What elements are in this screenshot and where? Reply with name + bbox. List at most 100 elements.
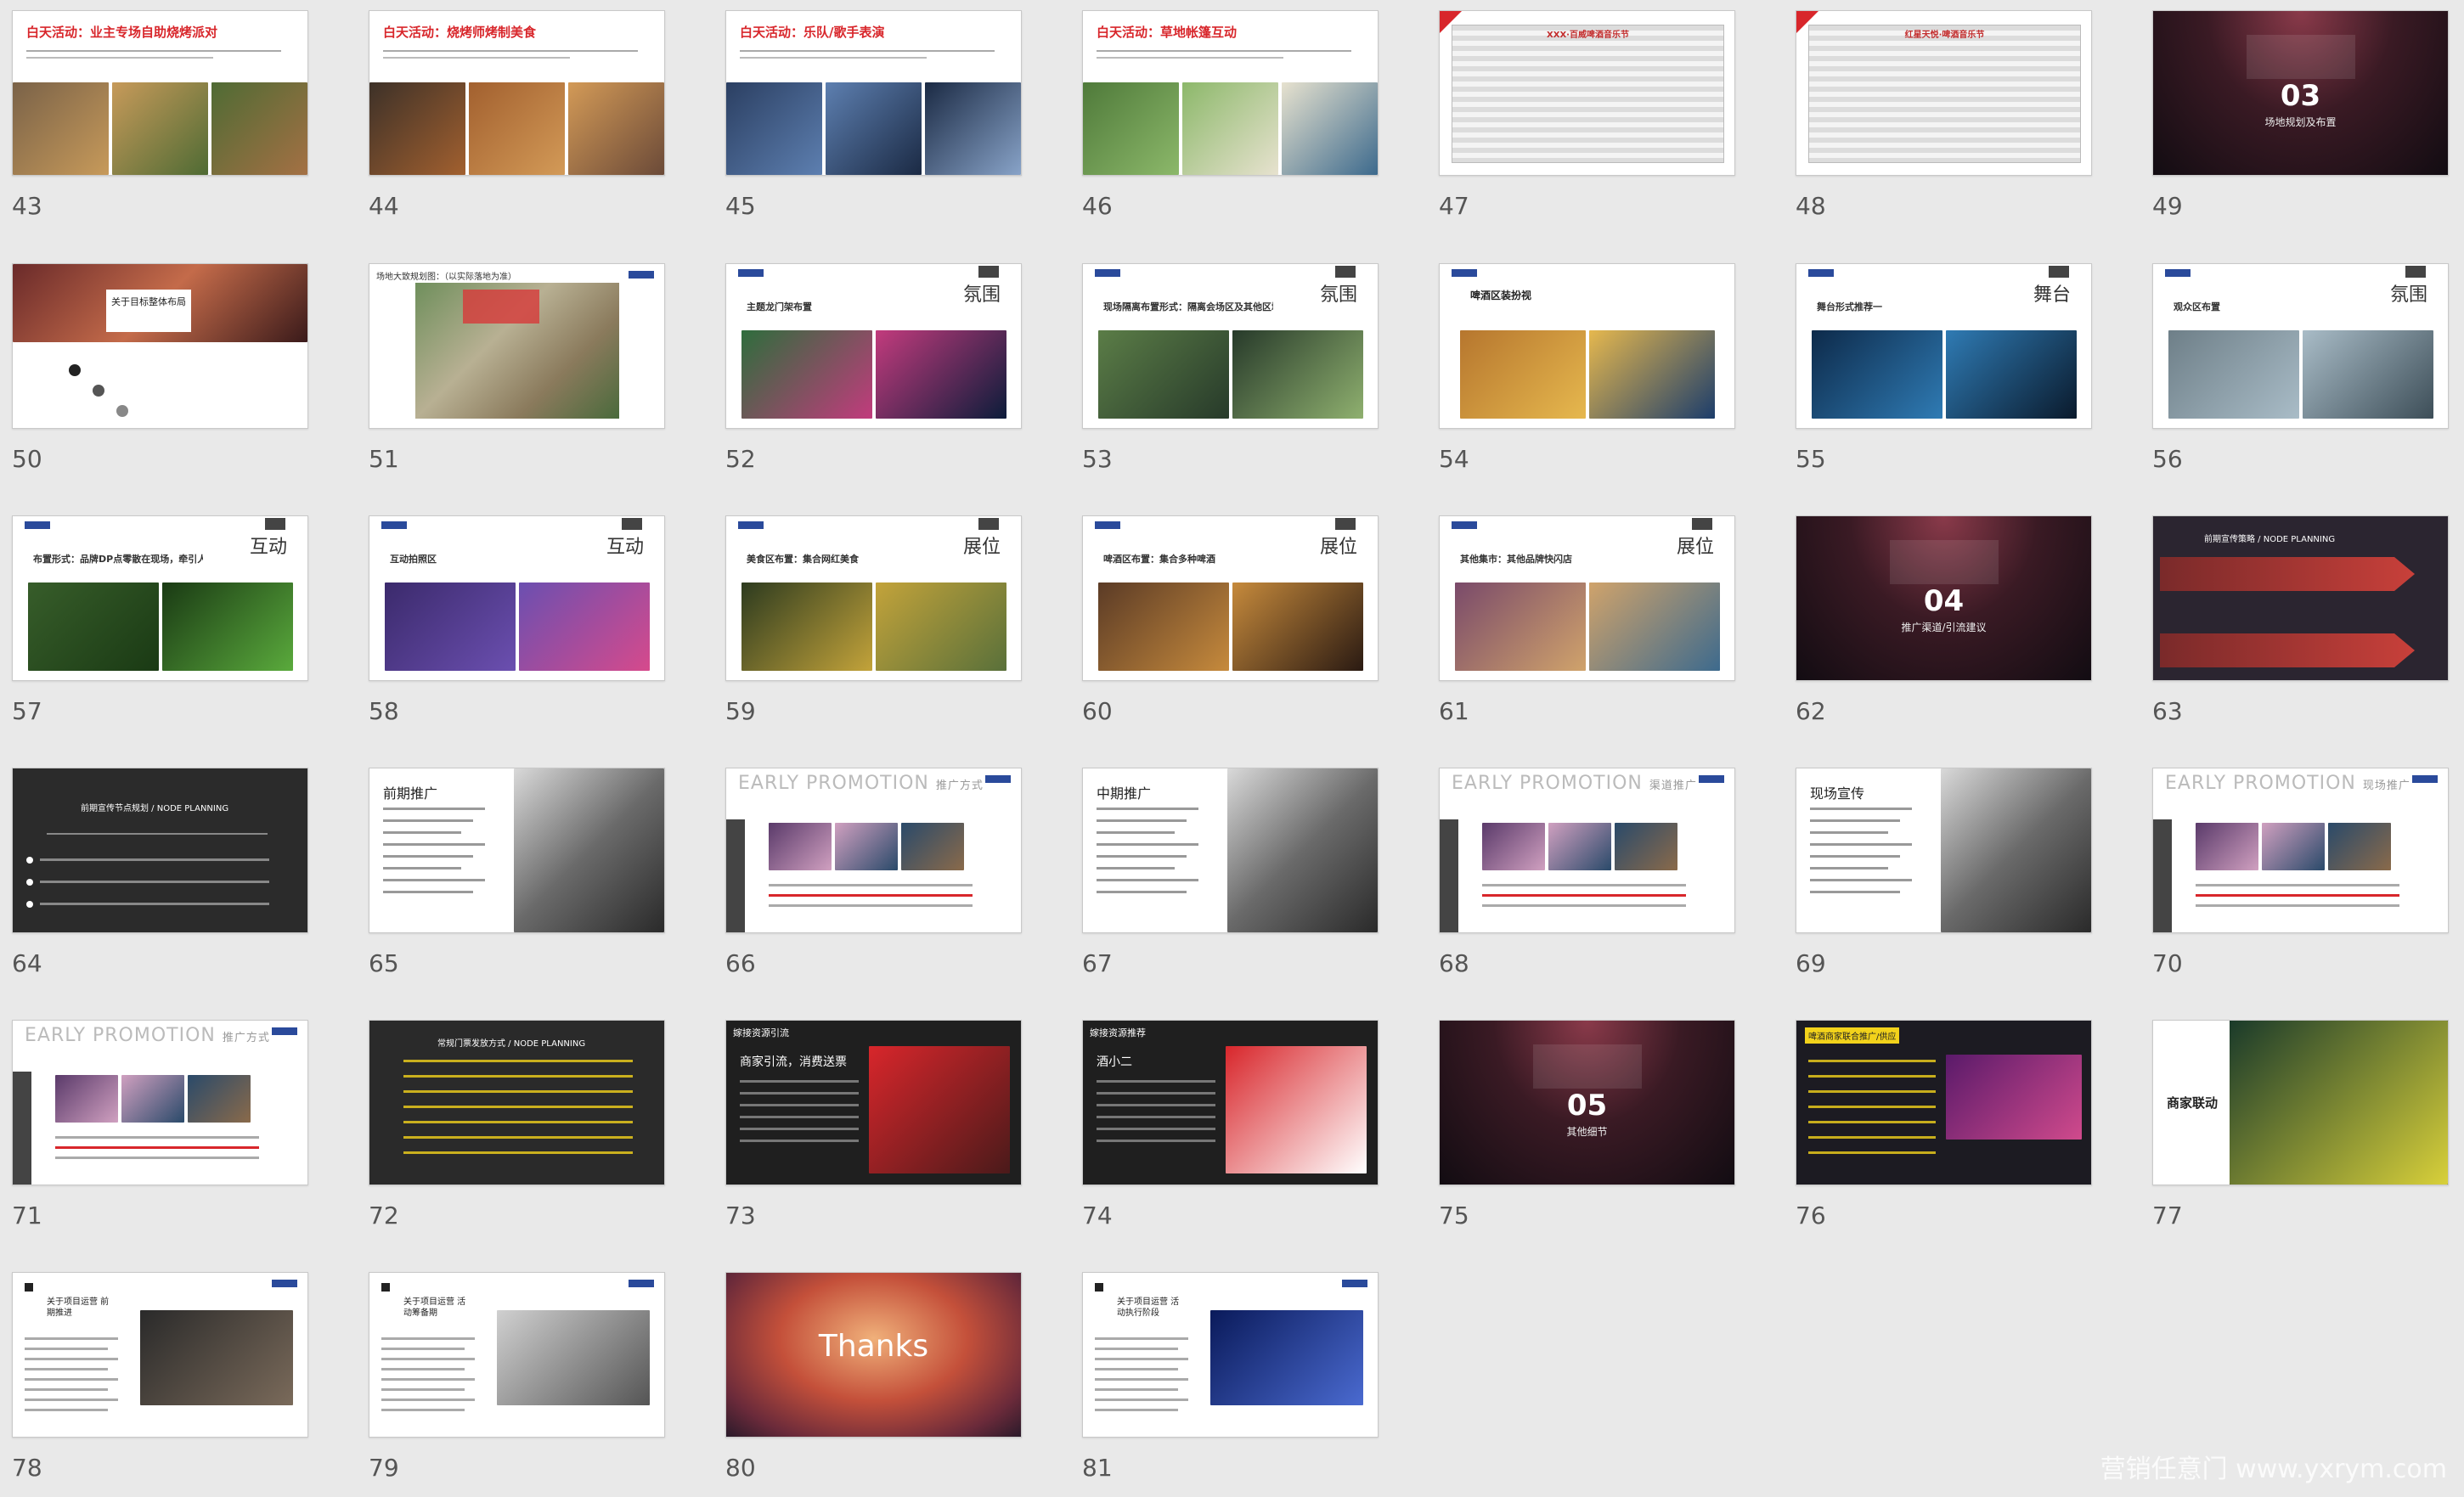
slide-subtitle: 现场隔离布置形式：隔离会场区及其他区域 [1103, 301, 1273, 312]
slide-thumbnail[interactable]: 氛围 观众区布置 [2152, 263, 2449, 429]
slide-title: 白天活动：业主专场自助烧烤派对 [26, 25, 218, 40]
slide-thumbnail[interactable]: 白天活动：业主专场自助烧烤派对 [12, 10, 308, 176]
slide-thumbnail[interactable]: 前期宣传节点规划 / NODE PLANNING [12, 768, 308, 933]
slide-thumbnail[interactable]: 前期宣传策略 / NODE PLANNING [2152, 515, 2449, 681]
logo-icon [629, 271, 654, 279]
slide-photo [2328, 823, 2391, 870]
slide-thumbnail[interactable]: 啤酒商家联合推广/供应 [1796, 1020, 2092, 1185]
text-line [1097, 1092, 1215, 1095]
slide-thumbnail[interactable]: 氛围 主题龙门架布置 [725, 263, 1022, 429]
tablet-photo [1941, 768, 2091, 932]
slide-number: 44 [369, 192, 399, 220]
slide-photo [1615, 823, 1677, 870]
slide-thumbnail[interactable]: 氛围 现场隔离布置形式：隔离会场区及其他区域 [1082, 263, 1379, 429]
slide-thumbnail[interactable]: 展位 其他集市：其他品牌快闪店 [1439, 515, 1735, 681]
slide-thumbnail[interactable]: 04 推广渠道/引流建议 [1796, 515, 2092, 681]
slide-thumbnail[interactable]: EARLY PROMOTION 渠道推广 [1439, 768, 1735, 933]
slide-number: 46 [1082, 192, 1113, 220]
slide-thumbnail[interactable]: 啤酒区装扮视 [1439, 263, 1735, 429]
slide-thumbnail[interactable]: 红星天悦·啤酒音乐节 [1796, 10, 2092, 176]
accent-square [381, 1283, 390, 1292]
slide-photo [568, 82, 664, 175]
slide-thumbnail[interactable]: 场地大致规划图：（以实际落地为准） [369, 263, 665, 429]
slide-title: 常规门票发放方式 / NODE PLANNING [437, 1039, 586, 1049]
arrow-band [2160, 557, 2415, 591]
slide-thumbnail[interactable]: EARLY PROMOTION 现场推广 [2152, 768, 2449, 933]
slide-thumbnail[interactable]: 现场宣传 [1796, 768, 2092, 933]
slide-title: 前期宣传策略 / NODE PLANNING [2204, 535, 2336, 544]
slide-thumbnail[interactable]: 白天活动：草地帐篷互动 [1082, 10, 1379, 176]
slide-thumbnail[interactable]: Thanks [725, 1272, 1022, 1438]
text-line [25, 1368, 108, 1370]
text-line [1095, 1378, 1188, 1381]
slide-number: 65 [369, 949, 399, 977]
slide-number: 49 [2152, 192, 2183, 220]
slide-thumbnail[interactable]: 关于项目运营 活动筹备期 [369, 1272, 665, 1438]
slide-thumbnail[interactable]: 关于项目运营 活动执行阶段 [1082, 1272, 1379, 1438]
slide-title: 场地大致规划图：（以实际落地为准） [376, 273, 516, 282]
slide-thumbnail[interactable]: 常规门票发放方式 / NODE PLANNING [369, 1020, 665, 1185]
slide-thumbnail[interactable]: 关于项目运营 前期推进 [12, 1272, 308, 1438]
text-line [1095, 1388, 1178, 1391]
slide-thumbnail[interactable]: 嫁接资源引流 商家引流，消费送票 [725, 1020, 1022, 1185]
slide-number: 53 [1082, 445, 1113, 473]
logo-icon [1808, 269, 1834, 277]
text-line [740, 57, 927, 59]
text-line [1097, 1080, 1215, 1083]
text-line [55, 1157, 259, 1159]
text-line [1810, 831, 1888, 834]
text-line [383, 50, 638, 52]
slide-thumbnail[interactable]: 关于目标整体布局 [12, 263, 308, 429]
slide-number: 77 [2152, 1202, 2183, 1230]
slide-number: 74 [1082, 1202, 1113, 1230]
slide-thumbnail[interactable]: 展位 美食区布置：集合网红美食 [725, 515, 1022, 681]
slide-thumbnail[interactable]: 商家联动 [2152, 1020, 2449, 1185]
tablet-photo [1227, 768, 1378, 932]
slide-photo [876, 582, 1006, 671]
text-line [403, 1075, 633, 1078]
text-line [1097, 50, 1351, 52]
slide-subtitle: 美食区布置：集合网红美食 [747, 554, 859, 565]
text-line [383, 879, 485, 881]
slide-heading: 啤酒区装扮视 [1470, 290, 1532, 301]
slide-photo [55, 1075, 118, 1123]
slide-number: 51 [369, 445, 399, 473]
slide-photo [835, 823, 898, 870]
slide-title: 商家引流，消费送票 [740, 1055, 847, 1069]
slide-thumbnail[interactable]: 白天活动：乐队/歌手表演 [725, 10, 1022, 176]
slide-thumbnail[interactable]: 中期推广 [1082, 768, 1379, 933]
accent-square [978, 518, 999, 530]
text-line [1095, 1399, 1188, 1401]
text-line [403, 1060, 633, 1062]
slide-subtitle: 观众区布置 [2174, 301, 2220, 312]
slide-thumbnail[interactable]: 嫁接资源推荐 酒小二 [1082, 1020, 1379, 1185]
slide-thumbnail[interactable]: 互动布置形式：品牌DP点零散在现场，牵引人流。 [12, 515, 308, 681]
accent-square [1335, 518, 1356, 530]
slide-thumbnail[interactable]: 前期推广 [369, 768, 665, 933]
side-bar [13, 1072, 31, 1185]
slide-thumbnail[interactable]: 展位 啤酒区布置：集合多种啤酒 [1082, 515, 1379, 681]
text-line [381, 1358, 475, 1360]
slide-thumbnail[interactable]: 05 其他细节 [1439, 1020, 1735, 1185]
text-line [1095, 1409, 1178, 1411]
logo-icon [2165, 269, 2191, 277]
slide-thumbnail[interactable]: 互动 互动拍照区 [369, 515, 665, 681]
text-line [381, 1409, 465, 1411]
slide-thumbnail[interactable]: 03 场地规划及布置 [2152, 10, 2449, 176]
text-line [1482, 884, 1686, 886]
text-line [1097, 1128, 1215, 1130]
slide-photo [497, 1310, 650, 1405]
bullet-dot-icon [69, 364, 81, 376]
slide-thumbnail[interactable]: XXX·百威啤酒音乐节 [1439, 10, 1735, 176]
promotion-subheading: 渠道推广 [1649, 779, 1697, 792]
slide-thumbnail[interactable]: 舞台 舞台形式推荐一 [1796, 263, 2092, 429]
slide-thumbnail[interactable]: 白天活动：烧烤师烤制美食 [369, 10, 665, 176]
slide-thumbnail[interactable]: EARLY PROMOTION 推广方式 [725, 768, 1022, 933]
logo-icon [272, 1280, 297, 1287]
slide-thumbnail[interactable]: EARLY PROMOTION 推广方式 [12, 1020, 308, 1185]
slide-photo [869, 1046, 1010, 1173]
slide-photo [162, 582, 293, 671]
logo-icon [1452, 269, 1477, 277]
slide-photo [1210, 1310, 1363, 1405]
slide-photo [1098, 330, 1229, 419]
